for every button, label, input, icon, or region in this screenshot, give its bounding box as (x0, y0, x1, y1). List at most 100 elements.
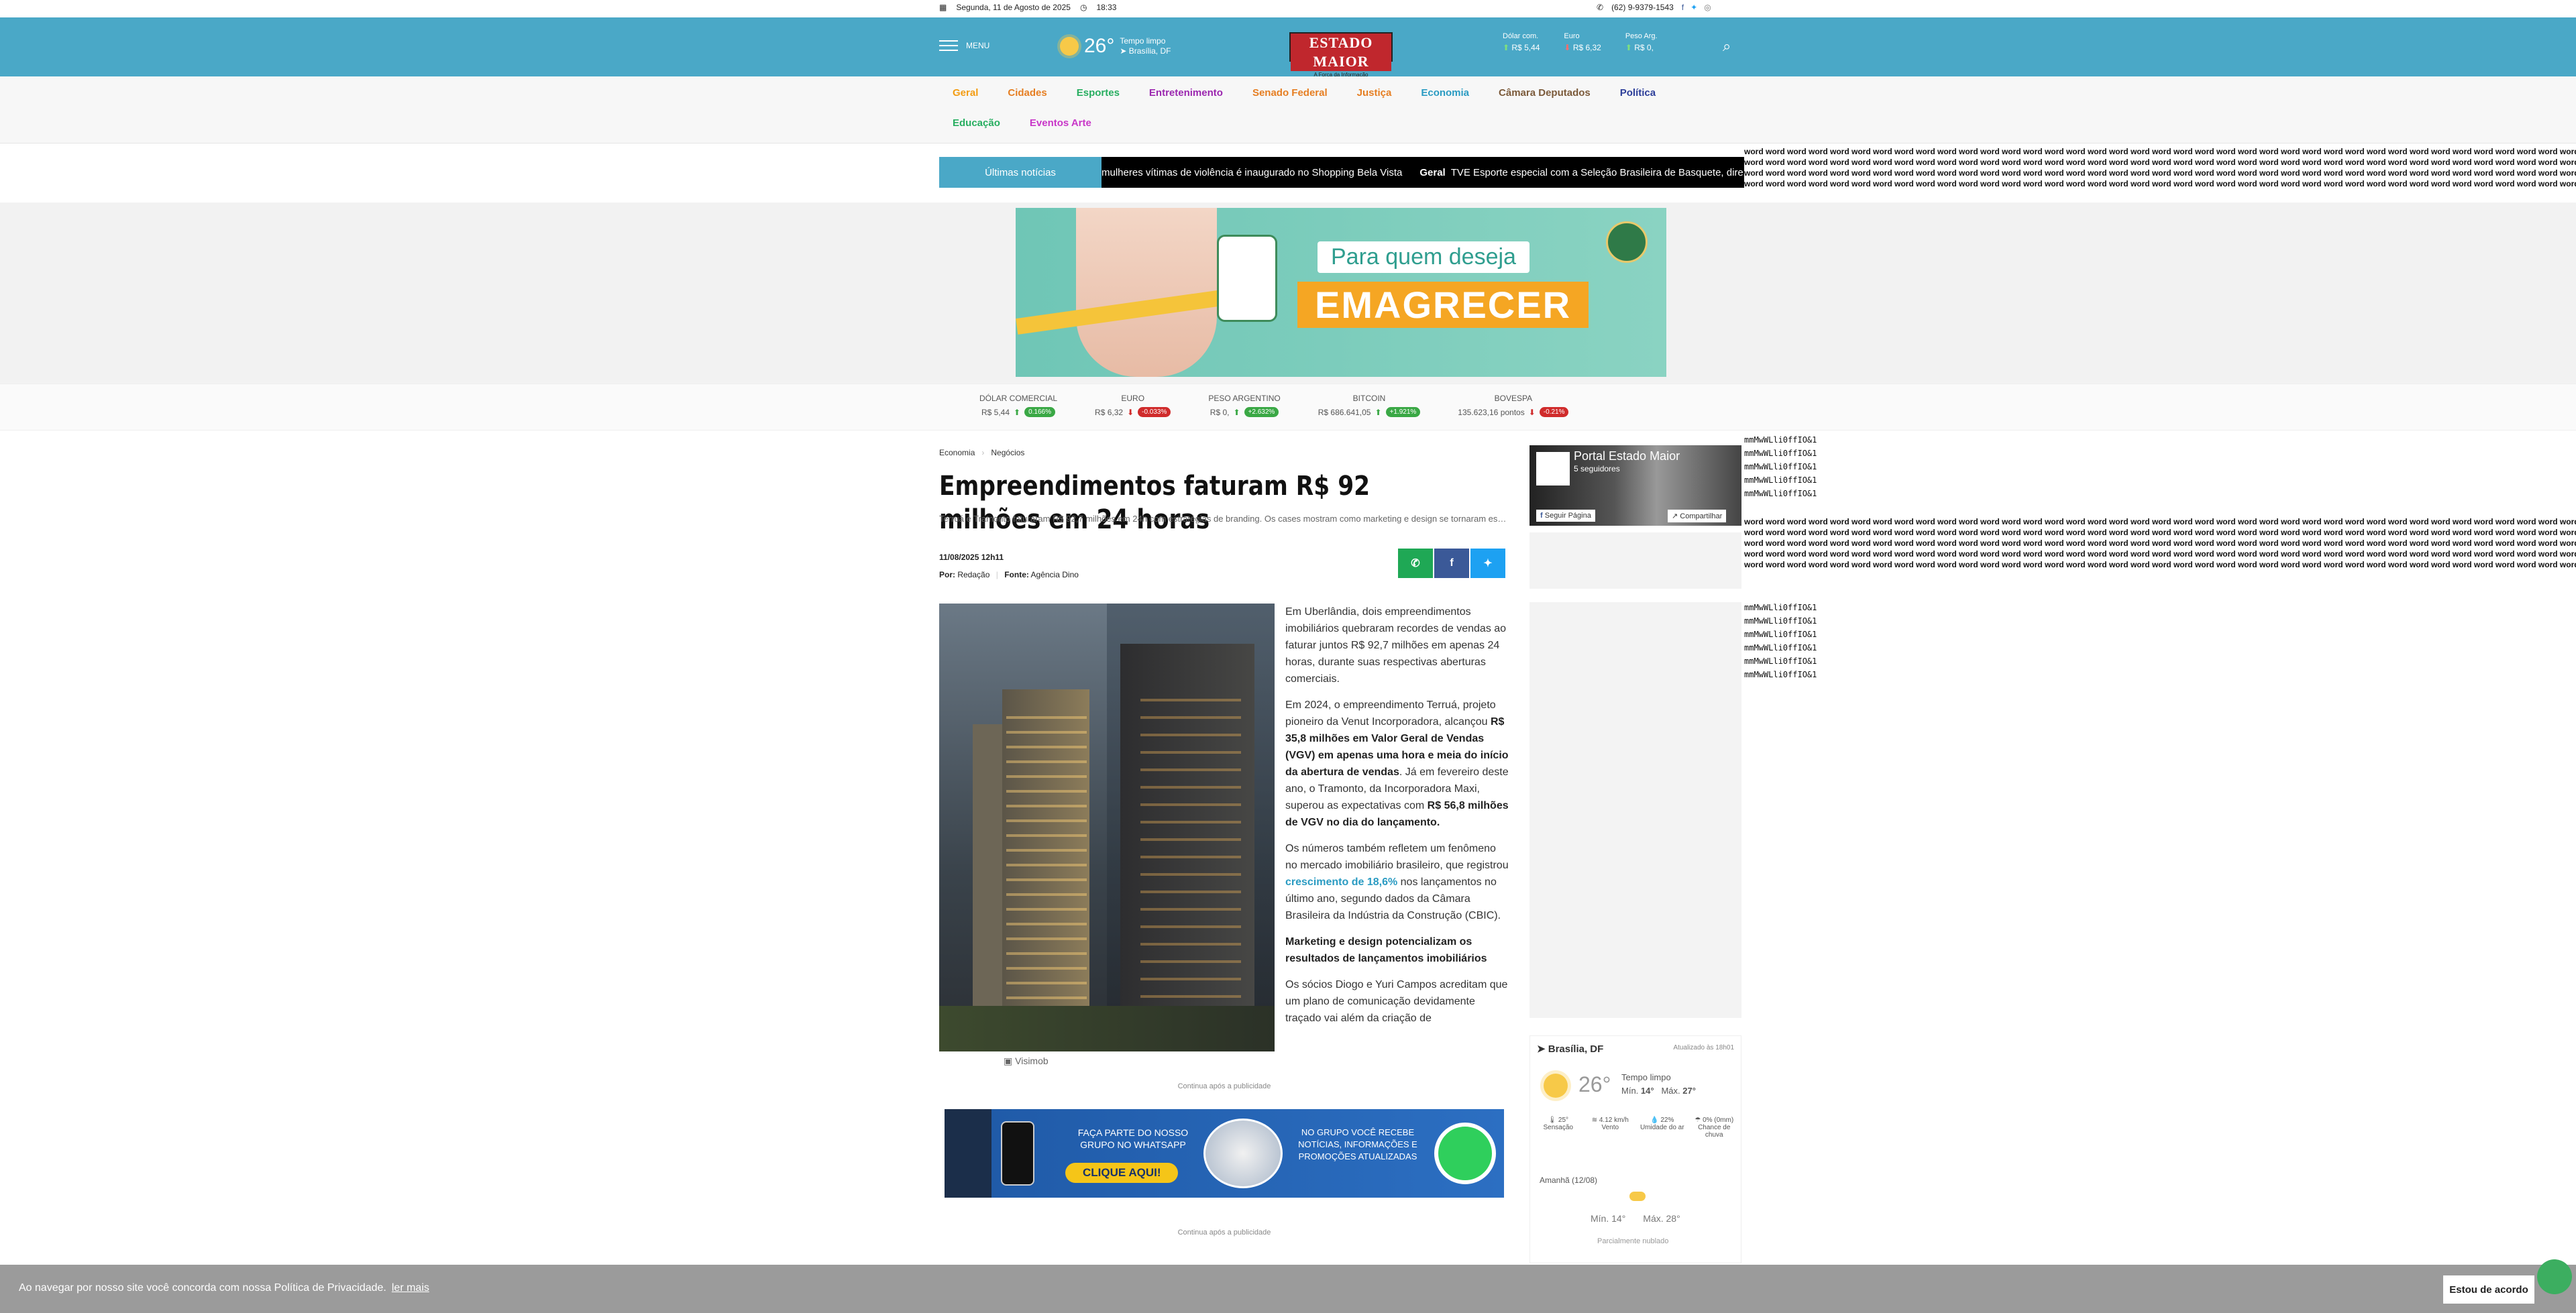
filler-mono-line: mmMwWLli0ffIO&1 (1744, 630, 1817, 639)
nav-item-pol-tica[interactable]: Política (1620, 87, 1656, 99)
fb-share-button[interactable]: ↗ Compartilhar (1668, 510, 1727, 522)
clock-icon: ◷ (1079, 3, 1087, 12)
filler-mono-line: mmMwWLli0ffIO&1 (1744, 462, 1817, 471)
nav-item-cidades[interactable]: Cidades (1008, 87, 1046, 99)
group-people-image (1203, 1119, 1283, 1188)
ticker-text: TVE Esporte especial com a Seleção Brasi… (1450, 166, 1743, 178)
wa-click-button[interactable]: CLIQUE AQUI! (1065, 1163, 1179, 1183)
nav-item-eventos-arte[interactable]: Eventos Arte (1030, 117, 1091, 129)
currency-value: R$ 0, (1634, 43, 1654, 52)
filler-mono-line: mmMwWLli0ffIO&1 (1744, 643, 1817, 652)
umbrella-icon: ☂ (1695, 1117, 1701, 1124)
facebook-icon[interactable]: f (1682, 3, 1684, 12)
article-photo (939, 604, 1275, 1051)
ticker-item[interactable]: Geral TVE Esporte especial com a Seleção … (1419, 167, 1743, 178)
social-links: f ✦ ◎ (1682, 3, 1711, 12)
quote-item: PESO ARGENTINO R$ 0, ⬆ +2.632% (1208, 394, 1281, 417)
article-subtitle: Terruá e Tramonto faturaram R$ 92,7 milh… (939, 514, 1509, 524)
top-bar: ▦ Segunda, 11 de Agosto de 2025 ◷ 18:33 … (0, 0, 2576, 17)
nav-item-esportes[interactable]: Esportes (1077, 87, 1120, 99)
ticker-category: Geral (1419, 166, 1446, 178)
nav-item-justi-a[interactable]: Justiça (1357, 87, 1392, 99)
whatsapp-logo-icon (1434, 1123, 1496, 1184)
breadcrumb-item[interactable]: Economia (939, 448, 975, 457)
share-icon: ↗ (1672, 512, 1680, 520)
cookie-banner: Ao navegar por nosso site você concorda … (0, 1265, 2576, 1313)
max-label: Máx. (1661, 1086, 1680, 1096)
quote-name: PESO ARGENTINO (1208, 394, 1281, 403)
header-weather[interactable]: 26° Tempo limpo ➤ Brasília, DF (1060, 35, 1171, 58)
fb-page-name[interactable]: Portal Estado Maior (1574, 449, 1680, 463)
share-facebook-button[interactable]: f (1434, 549, 1469, 578)
arrow-down-icon: ⬇ (1528, 407, 1536, 417)
article-body: Em Uberlândia, dois empreendimentos imob… (1285, 604, 1509, 1065)
currency-label: Euro (1564, 32, 1580, 40)
ad-line2: EMAGRECER (1297, 282, 1589, 328)
growth-link[interactable]: crescimento de 18,6% (1285, 876, 1397, 888)
site-logo[interactable]: ESTADO MAIOR A Força da Informação (1289, 32, 1393, 78)
accept-cookies-button[interactable]: Estou de acordo (2443, 1275, 2534, 1304)
header-weather-desc: Tempo limpo (1120, 36, 1166, 46)
whatsapp-group-banner[interactable]: FAÇA PARTE DO NOSSO GRUPO NO WHATSAPP CL… (945, 1109, 1504, 1198)
location-icon: ➤ (1537, 1043, 1548, 1055)
filler-mono-line: mmMwWLli0ffIO&1 (1744, 449, 1817, 458)
min-temp: 14° (1640, 1086, 1654, 1096)
currency-euro: Euro ⬇ R$ 6,32 (1564, 32, 1601, 52)
filler-line: word word word word word word word word … (1744, 158, 2576, 167)
phone-number[interactable]: (62) 9-9379-1543 (1611, 3, 1674, 12)
quote-name: BOVESPA (1494, 394, 1533, 403)
nav-item-senado-federal[interactable]: Senado Federal (1252, 87, 1328, 99)
filler-line: word word word word word word word word … (1744, 549, 2576, 559)
tomorrow-min: Mín. 14° (1591, 1213, 1626, 1224)
nav-item-c-mara-deputados[interactable]: Câmara Deputados (1499, 87, 1591, 99)
filler-line: word word word word word word word word … (1744, 517, 2576, 526)
cookie-message: Ao navegar por nosso site você concorda … (19, 1282, 429, 1294)
currency-label: Dólar com. (1503, 32, 1539, 40)
filler-mono-line: mmMwWLli0ffIO&1 (1744, 656, 1817, 666)
currency-dolar: Dólar com. ⬆ R$ 5,44 (1503, 32, 1540, 52)
stat-value: 4.12 km/h (1599, 1117, 1629, 1124)
tomorrow-desc: Parcialmente nublado (1597, 1237, 1669, 1245)
filler-mono-line: mmMwWLli0ffIO&1 (1744, 475, 1817, 485)
category-nav: Geral Cidades Esportes Entretenimento Senado… (0, 76, 2576, 144)
instagram-icon[interactable]: ◎ (1704, 3, 1711, 12)
paragraph: Em Uberlândia, dois empreendimentos imob… (1285, 606, 1507, 685)
arrow-up-icon: ⬆ (1503, 43, 1512, 52)
text: Os números também refletem um fenômeno n… (1285, 843, 1509, 871)
facebook-page-widget[interactable]: Portal Estado Maior 5 seguidores f Segui… (1529, 445, 1741, 526)
weather-desc: Tempo limpo (1621, 1072, 1671, 1082)
read-more-link[interactable]: ler mais (392, 1282, 429, 1294)
share-twitter-button[interactable]: ✦ (1470, 549, 1505, 578)
author-label: Por: (939, 570, 955, 579)
weather-widget: ➤ Brasília, DF Atualizado às 18h01 26° T… (1529, 1035, 1741, 1263)
quote-item: EURO R$ 6,32 ⬇ -0.033% (1095, 394, 1171, 417)
whatsapp-float-button[interactable] (2537, 1259, 2572, 1294)
header-currencies: Dólar com. ⬆ R$ 5,44 Euro ⬇ R$ 6,32 Peso A… (1503, 32, 1658, 52)
max-temp: 27° (1682, 1086, 1696, 1096)
quote-name: EURO (1121, 394, 1145, 403)
nav-item-entretenimento[interactable]: Entretenimento (1149, 87, 1223, 99)
quote-item: BITCOIN R$ 686.641,05 ⬆ +1.921% (1318, 394, 1421, 417)
share-whatsapp-button[interactable]: ✆ (1398, 549, 1433, 578)
filler-mono-line: mmMwWLli0ffIO&1 (1744, 489, 1817, 498)
search-icon[interactable]: ⌕ (1723, 38, 1731, 55)
ticker-item[interactable]: mulheres vítimas de violência é inaugura… (1102, 167, 1402, 178)
nav-item-educa-o[interactable]: Educação (953, 117, 1000, 129)
twitter-icon[interactable]: ✦ (1690, 3, 1697, 12)
weather-location: ➤ Brasília, DF (1537, 1043, 1603, 1055)
photo-lights (1006, 704, 1087, 1026)
weather-updated: Atualizado às 18h01 (1673, 1044, 1734, 1051)
breadcrumb-item[interactable]: Negócios (991, 448, 1024, 457)
supplement-bottle-image (1217, 235, 1277, 322)
nav-item-economia[interactable]: Economia (1421, 87, 1469, 99)
quote-change: -0.21% (1539, 407, 1569, 417)
date-time: ▦ Segunda, 11 de Agosto de 2025 ◷ 18:33 (939, 3, 1116, 12)
ticker-label: Últimas notícias (939, 157, 1102, 188)
ad-banner-emagrecer[interactable]: Para quem deseja EMAGRECER (1016, 208, 1666, 377)
wind-icon: ≋ (1591, 1117, 1598, 1124)
nav-item-geral[interactable]: Geral (953, 87, 978, 99)
menu-button[interactable]: MENU (939, 40, 989, 51)
weather-summary: Tempo limpo Mín. 14° Máx. 27° (1621, 1071, 1696, 1098)
fb-follow-button[interactable]: f Seguir Página (1536, 510, 1595, 522)
quote-change: +2.632% (1244, 407, 1279, 417)
